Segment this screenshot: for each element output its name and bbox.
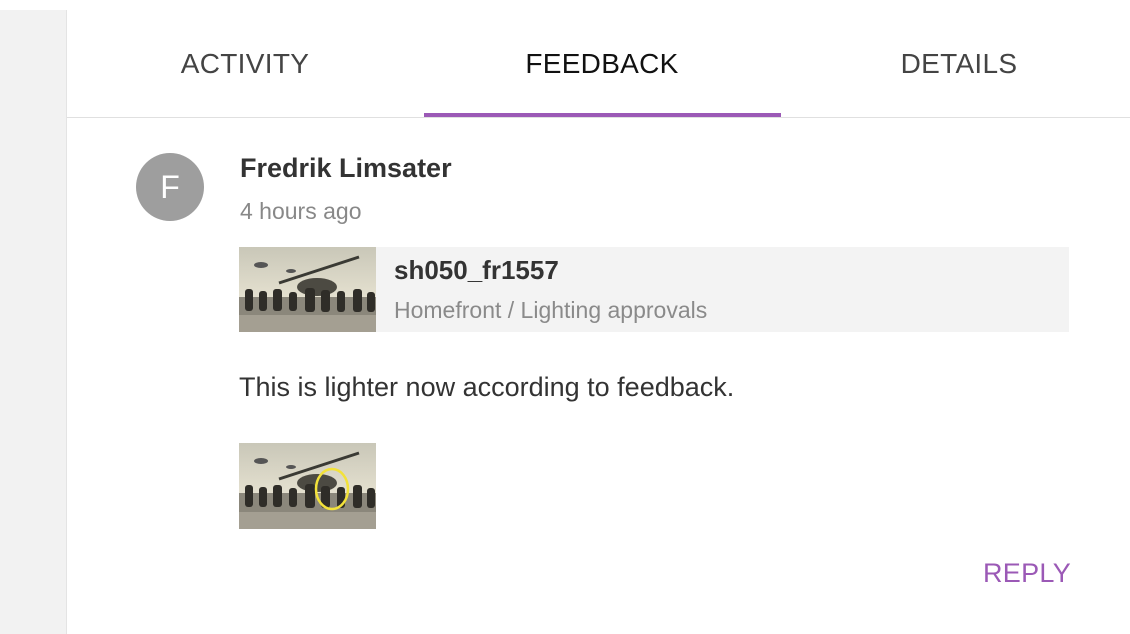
annotated-image [239,443,376,529]
version-path: Homefront / Lighting approvals [394,297,708,323]
thumbnail-image [239,247,376,332]
tab-activity[interactable]: ACTIVITY [67,10,423,117]
tab-details[interactable]: DETAILS [781,10,1130,117]
top-gap [0,0,1130,10]
feedback-panel: ACTIVITY FEEDBACK DETAILS F Fredrik Lims… [67,10,1130,634]
annotation-thumbnail[interactable] [239,443,376,529]
reply-button[interactable]: REPLY [983,558,1071,589]
author-name: Fredrik Limsater [240,153,452,183]
app-frame: ACTIVITY FEEDBACK DETAILS F Fredrik Lims… [0,0,1130,634]
version-name: sh050_fr1557 [394,255,559,285]
avatar: F [136,153,204,221]
tab-feedback[interactable]: FEEDBACK [424,10,780,117]
active-tab-indicator [424,113,781,117]
feedback-message: This is lighter now according to feedbac… [239,372,735,402]
timestamp: 4 hours ago [240,198,362,224]
left-sidebar-strip [0,10,67,634]
version-thumbnail [239,247,376,332]
tab-bar: ACTIVITY FEEDBACK DETAILS [67,10,1130,118]
version-card[interactable]: sh050_fr1557 Homefront / Lighting approv… [239,247,1069,332]
